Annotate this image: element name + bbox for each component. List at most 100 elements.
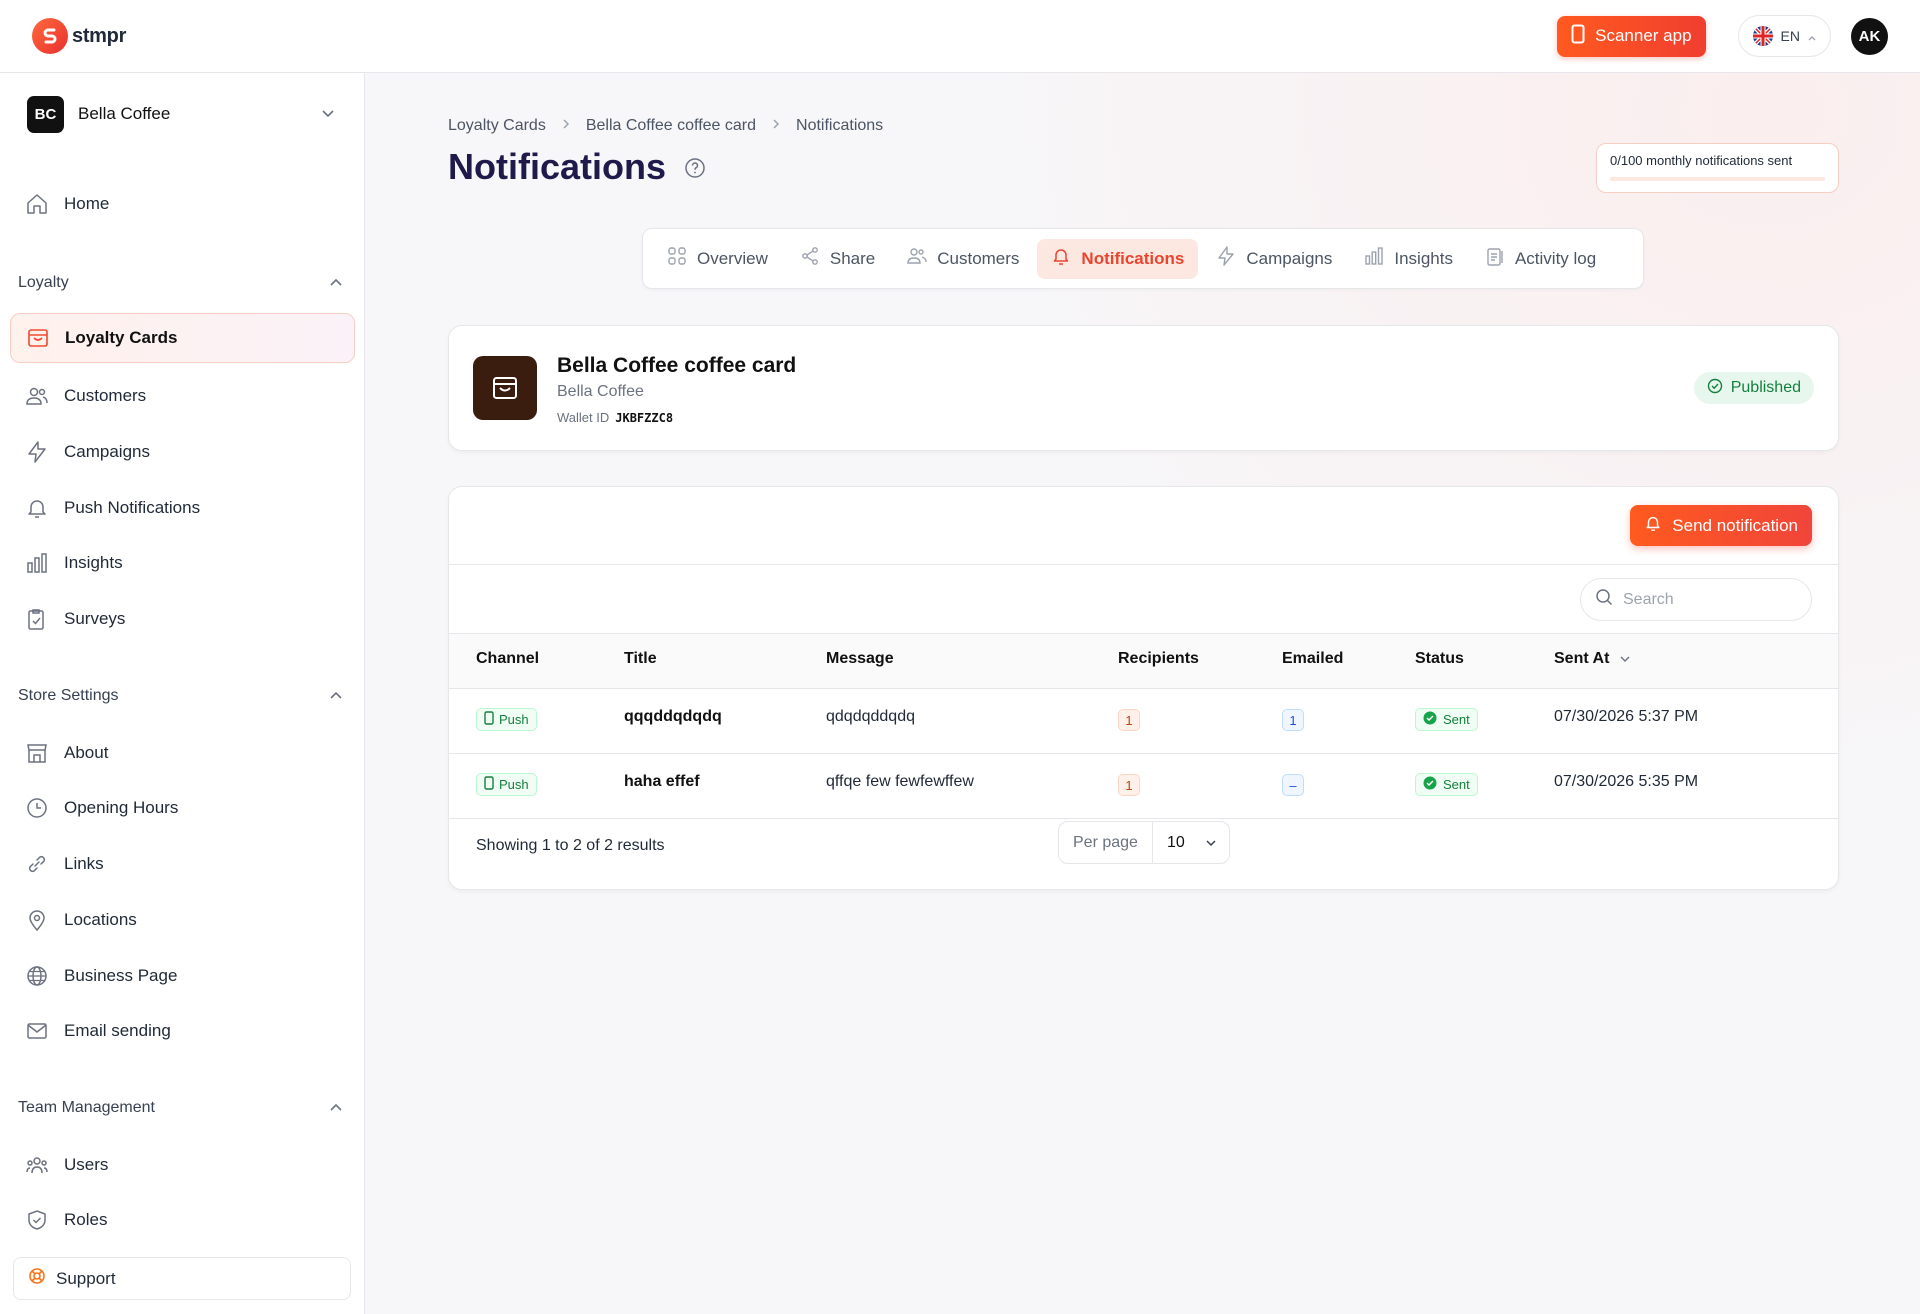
quota-progress-bar — [1610, 177, 1825, 181]
bell-icon — [1644, 514, 1662, 537]
sidebar-item-label: Loyalty Cards — [65, 328, 178, 347]
tab-campaigns[interactable]: Campaigns — [1202, 239, 1346, 279]
tab-customers[interactable]: Customers — [893, 239, 1033, 279]
clipboard-check-icon — [24, 606, 50, 632]
breadcrumb-card[interactable]: Bella Coffee coffee card — [586, 117, 756, 135]
col-message: Message — [826, 650, 894, 667]
shield-check-icon — [24, 1207, 50, 1233]
recipients-count: 1 — [1118, 774, 1140, 796]
breadcrumb-loyalty-cards[interactable]: Loyalty Cards — [448, 117, 546, 135]
sidebar-item-links[interactable]: Links — [10, 839, 355, 889]
user-avatar[interactable]: AK — [1851, 17, 1888, 55]
sidebar-item-users[interactable]: Users — [10, 1140, 355, 1190]
sidebar-item-label: Email sending — [64, 1021, 171, 1040]
status-label: Sent — [1443, 777, 1470, 792]
tab-label: Overview — [697, 248, 768, 268]
col-channel: Channel — [476, 650, 540, 667]
sidebar-item-email-sending[interactable]: Email sending — [10, 1006, 355, 1056]
sidebar-item-customers[interactable]: Customers — [10, 371, 355, 421]
section-label: Loyalty — [18, 274, 69, 291]
status-badge: Sent — [1415, 708, 1478, 731]
per-page-selector[interactable]: Per page 10 — [1058, 821, 1230, 864]
card-title: Bella Coffee coffee card — [557, 354, 797, 377]
divider — [449, 633, 1838, 634]
tab-activity-log[interactable]: Activity log — [1471, 239, 1610, 279]
notification-message: qdqdqddqdq — [826, 708, 915, 725]
sidebar-item-insights[interactable]: Insights — [10, 538, 355, 588]
tab-label: Activity log — [1514, 248, 1597, 268]
loyalty-card-summary: Bella Coffee coffee card Bella Coffee Wa… — [448, 325, 1839, 451]
sidebar-item-opening-hours[interactable]: Opening Hours — [10, 783, 355, 833]
sidebar-item-label: Business Page — [64, 966, 178, 985]
status-badge: Sent — [1415, 773, 1478, 796]
send-notification-label: Send notification — [1672, 515, 1798, 535]
sidebar-item-label: Roles — [64, 1210, 108, 1229]
breadcrumb-current: Notifications — [796, 117, 884, 134]
per-page-value-wrapper[interactable]: 10 — [1153, 834, 1217, 852]
users-icon — [907, 246, 927, 271]
section-label: Team Management — [18, 1099, 155, 1116]
support-button[interactable]: Support — [13, 1257, 351, 1300]
channel-badge: Push — [476, 773, 537, 796]
table-row[interactable]: Push qqqddqdqdq qdqdqddqdq 1 1 Sent 07/3… — [449, 688, 1838, 754]
tab-notifications[interactable]: Notifications — [1037, 238, 1199, 279]
section-loyalty[interactable]: Loyalty — [18, 274, 343, 292]
main-content: Loyalty Cards Bella Coffee coffee card N… — [366, 73, 1920, 1314]
emailed-count: – — [1282, 774, 1304, 796]
sidebar-item-loyalty-cards[interactable]: Loyalty Cards — [10, 313, 355, 363]
bell-icon — [24, 495, 50, 521]
channel-label: Push — [499, 777, 529, 792]
grid-icon — [667, 246, 687, 271]
chevron-up-icon — [329, 687, 343, 705]
sidebar-item-campaigns[interactable]: Campaigns — [10, 427, 355, 477]
map-pin-icon — [24, 907, 50, 933]
sidebar-item-about[interactable]: About — [10, 728, 355, 778]
section-team-management[interactable]: Team Management — [18, 1099, 343, 1117]
sidebar-item-label: Locations — [64, 910, 137, 929]
help-icon[interactable] — [684, 146, 706, 188]
sidebar: BC Bella Coffee Home Loyalty Loyalty Car… — [0, 73, 365, 1314]
notification-title: haha effef — [624, 773, 700, 790]
tab-label: Notifications — [1081, 248, 1185, 268]
notification-quota: 0/100 monthly notifications sent — [1596, 143, 1839, 193]
globe-icon — [24, 963, 50, 989]
language-selector[interactable]: EN — [1737, 15, 1831, 57]
table-header: Channel Title Message Recipients Emailed… — [449, 633, 1838, 689]
chevron-up-icon — [1808, 28, 1816, 44]
sort-chevron-down-icon — [1619, 650, 1631, 668]
home-icon — [24, 191, 50, 217]
chevron-up-icon — [329, 1099, 343, 1117]
wallet-id-value: JKBFZZC8 — [615, 411, 674, 425]
channel-label: Push — [499, 712, 529, 727]
org-switcher[interactable]: BC Bella Coffee — [27, 95, 337, 133]
divider — [449, 818, 1838, 819]
tab-insights[interactable]: Insights — [1350, 239, 1467, 279]
sidebar-item-locations[interactable]: Locations — [10, 895, 355, 945]
col-sent-at[interactable]: Sent At — [1554, 650, 1631, 668]
scanner-app-label: Scanner app — [1595, 26, 1692, 45]
tab-share[interactable]: Share — [786, 239, 889, 279]
sidebar-item-label: Campaigns — [64, 442, 150, 461]
sidebar-item-label: About — [64, 743, 109, 762]
users-icon — [24, 383, 50, 409]
tab-overview[interactable]: Overview — [653, 239, 782, 279]
app-logo[interactable]: stmpr — [32, 18, 126, 54]
section-store-settings[interactable]: Store Settings — [18, 687, 343, 705]
chevron-down-icon — [321, 105, 335, 123]
sidebar-item-surveys[interactable]: Surveys — [10, 594, 355, 644]
sidebar-item-label: Opening Hours — [64, 798, 179, 817]
bell-icon — [1051, 246, 1071, 271]
scanner-app-button[interactable]: Scanner app — [1557, 15, 1706, 57]
sidebar-item-push-notifications[interactable]: Push Notifications — [10, 483, 355, 533]
sidebar-item-business-page[interactable]: Business Page — [10, 951, 355, 1001]
sidebar-item-home[interactable]: Home — [10, 179, 355, 229]
table-row[interactable]: Push haha effef qffqe few fewfewffew 1 –… — [449, 753, 1838, 819]
per-page-label: Per page — [1059, 822, 1153, 863]
search-input[interactable] — [1623, 590, 1793, 609]
search-box[interactable] — [1580, 578, 1812, 621]
per-page-value: 10 — [1166, 833, 1185, 851]
sidebar-item-roles[interactable]: Roles — [10, 1195, 355, 1245]
send-notification-button[interactable]: Send notification — [1630, 505, 1812, 546]
tab-label: Customers — [937, 248, 1020, 268]
support-label: Support — [56, 1268, 116, 1288]
